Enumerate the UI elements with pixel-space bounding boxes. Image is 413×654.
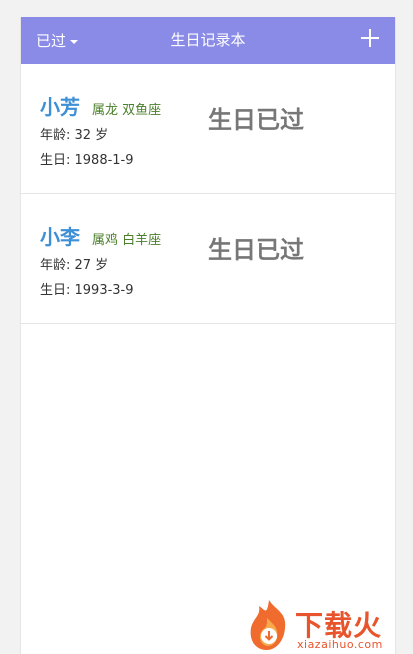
person-name: 小芳: [40, 95, 80, 119]
age-text: 年龄: 27 岁: [40, 258, 109, 273]
zodiac-tags: 属龙 双鱼座: [92, 103, 162, 118]
birthday-status: 生日已过: [208, 106, 304, 134]
app-window: 已过 生日记录本 小芳 属龙 双鱼座 年龄: 32 岁 生日: 1988-1-9…: [20, 17, 396, 654]
age-text: 年龄: 32 岁: [40, 128, 109, 143]
birthday-record-card[interactable]: 小芳 属龙 双鱼座 年龄: 32 岁 生日: 1988-1-9 生日已过: [21, 64, 395, 194]
watermark: 下载火 xiazaihuo.com: [245, 598, 411, 652]
zodiac-tags: 属鸡 白羊座: [92, 233, 162, 248]
birthday-status: 生日已过: [208, 236, 304, 264]
plus-icon[interactable]: [361, 29, 379, 47]
watermark-url: xiazaihuo.com: [297, 638, 383, 651]
birthday-record-card[interactable]: 小李 属鸡 白羊座 年龄: 27 岁 生日: 1993-3-9 生日已过: [21, 194, 395, 324]
person-name: 小李: [40, 225, 80, 249]
header-bar: 已过 生日记录本: [21, 17, 395, 64]
birthday-text: 生日: 1993-3-9: [40, 283, 134, 298]
name-line: 小芳 属龙 双鱼座: [40, 91, 161, 120]
name-line: 小李 属鸡 白羊座: [40, 221, 161, 250]
flame-logo-icon: [250, 600, 286, 650]
page-title: 生日记录本: [170, 31, 246, 49]
birthday-text: 生日: 1988-1-9: [40, 153, 134, 168]
